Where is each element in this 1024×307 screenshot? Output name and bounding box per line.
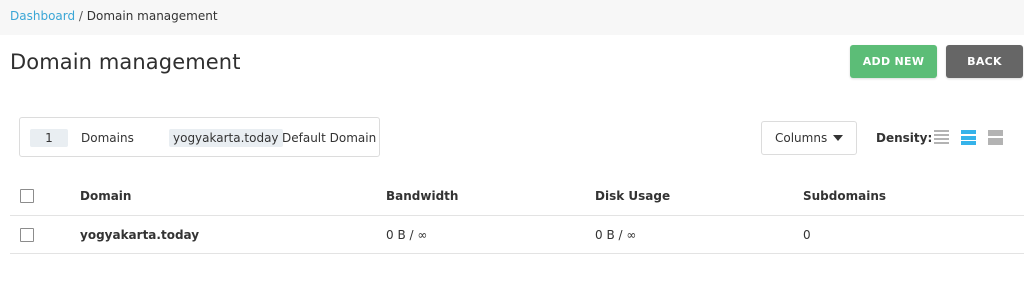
row-select-checkbox[interactable]: [20, 228, 34, 242]
table-row[interactable]: yogyakarta.today 0 B / ∞ 0 B / ∞ 0: [10, 216, 1024, 254]
back-button[interactable]: BACK: [946, 45, 1023, 78]
column-header-domain[interactable]: Domain: [80, 188, 131, 204]
column-header-subdomains[interactable]: Subdomains: [803, 188, 886, 204]
domain-count-label: Domains: [81, 131, 134, 145]
add-new-button[interactable]: ADD NEW: [850, 45, 937, 78]
column-header-disk-usage[interactable]: Disk Usage: [595, 188, 670, 204]
disk-usage-cell: 0 B / ∞: [595, 228, 637, 242]
page-title: Domain management: [10, 50, 241, 74]
breadcrumb: Dashboard / Domain management: [10, 9, 218, 23]
breadcrumb-bar: Dashboard / Domain management: [0, 0, 1024, 35]
caret-down-icon: [833, 135, 843, 141]
domain-summary-box: 1 Domains yogyakarta.today Default Domai…: [19, 117, 380, 157]
breadcrumb-separator: /: [75, 9, 87, 23]
breadcrumb-current: Domain management: [86, 9, 218, 23]
bandwidth-cell: 0 B / ∞: [386, 228, 428, 242]
default-domain-label: Default Domain: [282, 131, 377, 145]
columns-dropdown-button[interactable]: Columns: [761, 121, 857, 155]
breadcrumb-dashboard-link[interactable]: Dashboard: [10, 9, 75, 23]
domains-table: Domain Bandwidth Disk Usage Subdomains y…: [10, 176, 1024, 254]
domain-count-badge: 1: [30, 129, 68, 147]
density-comfortable-icon[interactable]: [988, 130, 1003, 145]
density-label: Density:: [876, 131, 933, 145]
subdomains-cell: 0: [803, 228, 811, 242]
column-header-bandwidth[interactable]: Bandwidth: [386, 188, 458, 204]
table-header-row: Domain Bandwidth Disk Usage Subdomains: [10, 176, 1024, 216]
domain-name-cell[interactable]: yogyakarta.today: [80, 227, 199, 243]
density-compact-icon[interactable]: [934, 130, 949, 145]
select-all-checkbox[interactable]: [20, 189, 34, 203]
columns-label: Columns: [775, 131, 828, 145]
density-standard-icon[interactable]: [961, 130, 976, 145]
default-domain-badge: yogyakarta.today: [169, 129, 283, 147]
